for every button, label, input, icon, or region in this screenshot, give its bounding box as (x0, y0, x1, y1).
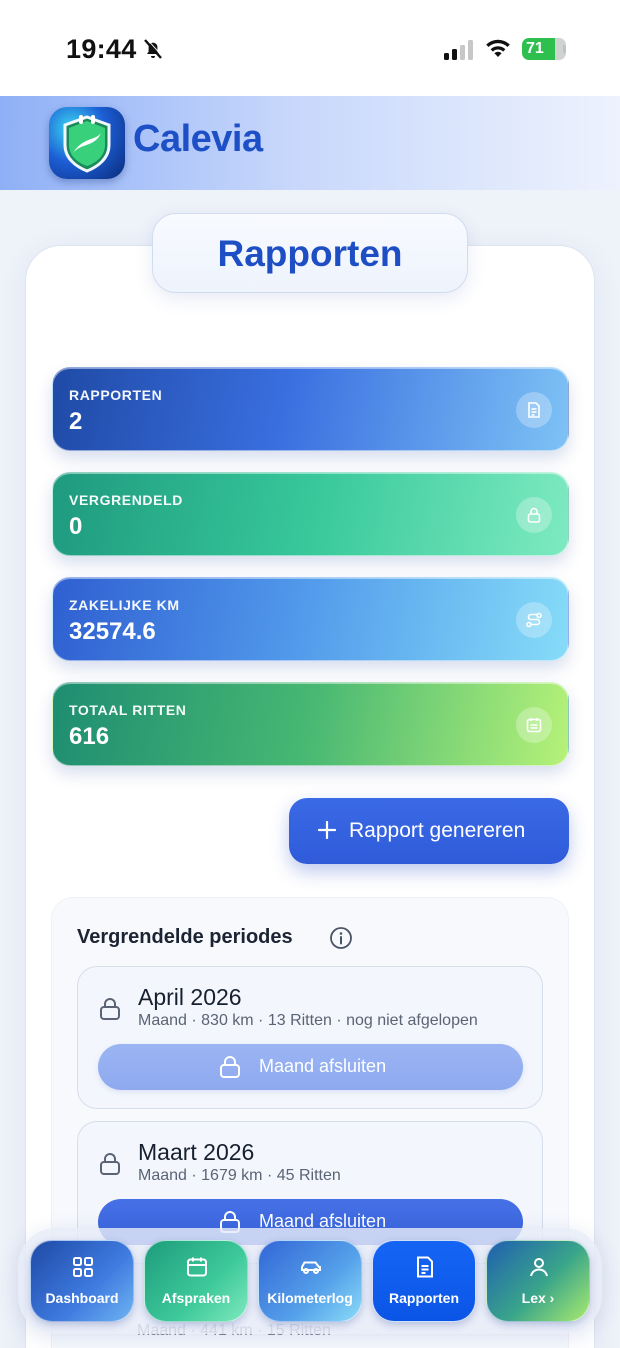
stat-label: TOTAAL RITTEN (69, 702, 187, 718)
battery-level: 71 (526, 40, 544, 57)
grid-icon (73, 1257, 93, 1277)
nav-label: Rapporten (389, 1290, 459, 1306)
lock-icon (516, 497, 552, 533)
lock-icon (100, 1153, 120, 1175)
nav-item-kilometerlog[interactable]: Kilometerlog (258, 1240, 362, 1322)
stat-card-total-trips[interactable]: TOTAAL RITTEN 616 (52, 682, 569, 766)
nav-label: Lex › (521, 1290, 555, 1306)
lock-icon (220, 1056, 240, 1078)
brand-name: Calevia (133, 118, 263, 160)
period-item-april-2026[interactable]: April 2026 Maand · 830 km · 13 Ritten · … (77, 966, 543, 1109)
lock-icon (100, 998, 120, 1020)
document-icon (417, 1256, 433, 1278)
stat-value: 0 (69, 513, 83, 540)
route-icon (516, 602, 552, 638)
generate-report-button[interactable]: Rapport genereren (289, 798, 569, 864)
stat-label: VERGRENDELD (69, 492, 183, 508)
period-meta: Maand · 830 km · 13 Ritten · nog niet af… (138, 1012, 478, 1029)
cellular-signal-icon (444, 40, 473, 60)
page-title-pill: Rapporten (152, 213, 468, 293)
car-icon (301, 1261, 321, 1274)
battery-charging-icon: 71 (522, 38, 566, 62)
stat-card-business-km[interactable]: ZAKELIJKE KM 32574.6 (52, 577, 569, 661)
close-month-label: Maand afsluiten (259, 1056, 387, 1076)
nav-label: Dashboard (45, 1290, 119, 1306)
stat-label: ZAKELIJKE KM (69, 597, 180, 613)
nav-item-profile[interactable]: Lex › (486, 1240, 590, 1322)
bell-slash-icon (144, 38, 163, 59)
status-time: 19:44 (66, 34, 137, 64)
info-icon[interactable] (329, 926, 353, 950)
plus-icon (318, 821, 336, 839)
calendar-icon (187, 1257, 207, 1277)
stat-value: 32574.6 (69, 618, 156, 645)
page-title: Rapporten (217, 233, 403, 274)
nav-item-rapporten[interactable]: Rapporten (372, 1240, 476, 1322)
period-name: Maart 2026 (138, 1139, 255, 1165)
status-bar: 19:44 71 (0, 0, 620, 96)
nav-item-dashboard[interactable]: Dashboard (30, 1240, 134, 1322)
nav-item-afspraken[interactable]: Afspraken (144, 1240, 248, 1322)
period-meta: Maand · 1679 km · 45 Ritten (138, 1167, 341, 1184)
period-name: April 2026 (138, 984, 242, 1010)
brand-header: Calevia (0, 96, 620, 190)
wifi-icon (486, 39, 510, 57)
stat-card-locked[interactable]: VERGRENDELD 0 (52, 472, 569, 556)
locked-periods-title: Vergrendelde periodes (77, 926, 293, 948)
calendar-icon (516, 707, 552, 743)
nav-label: Afspraken (161, 1290, 231, 1306)
document-icon (516, 392, 552, 428)
stat-card-reports[interactable]: RAPPORTEN 2 (52, 367, 569, 451)
stat-label: RAPPORTEN (69, 387, 163, 403)
stat-value: 616 (69, 723, 110, 750)
close-month-button[interactable]: Maand afsluiten (98, 1044, 523, 1090)
user-icon (530, 1258, 548, 1277)
nav-label: Kilometerlog (267, 1290, 353, 1306)
calevia-logo-icon[interactable] (49, 107, 125, 179)
generate-report-label: Rapport genereren (349, 819, 526, 842)
stat-value: 2 (69, 408, 83, 435)
